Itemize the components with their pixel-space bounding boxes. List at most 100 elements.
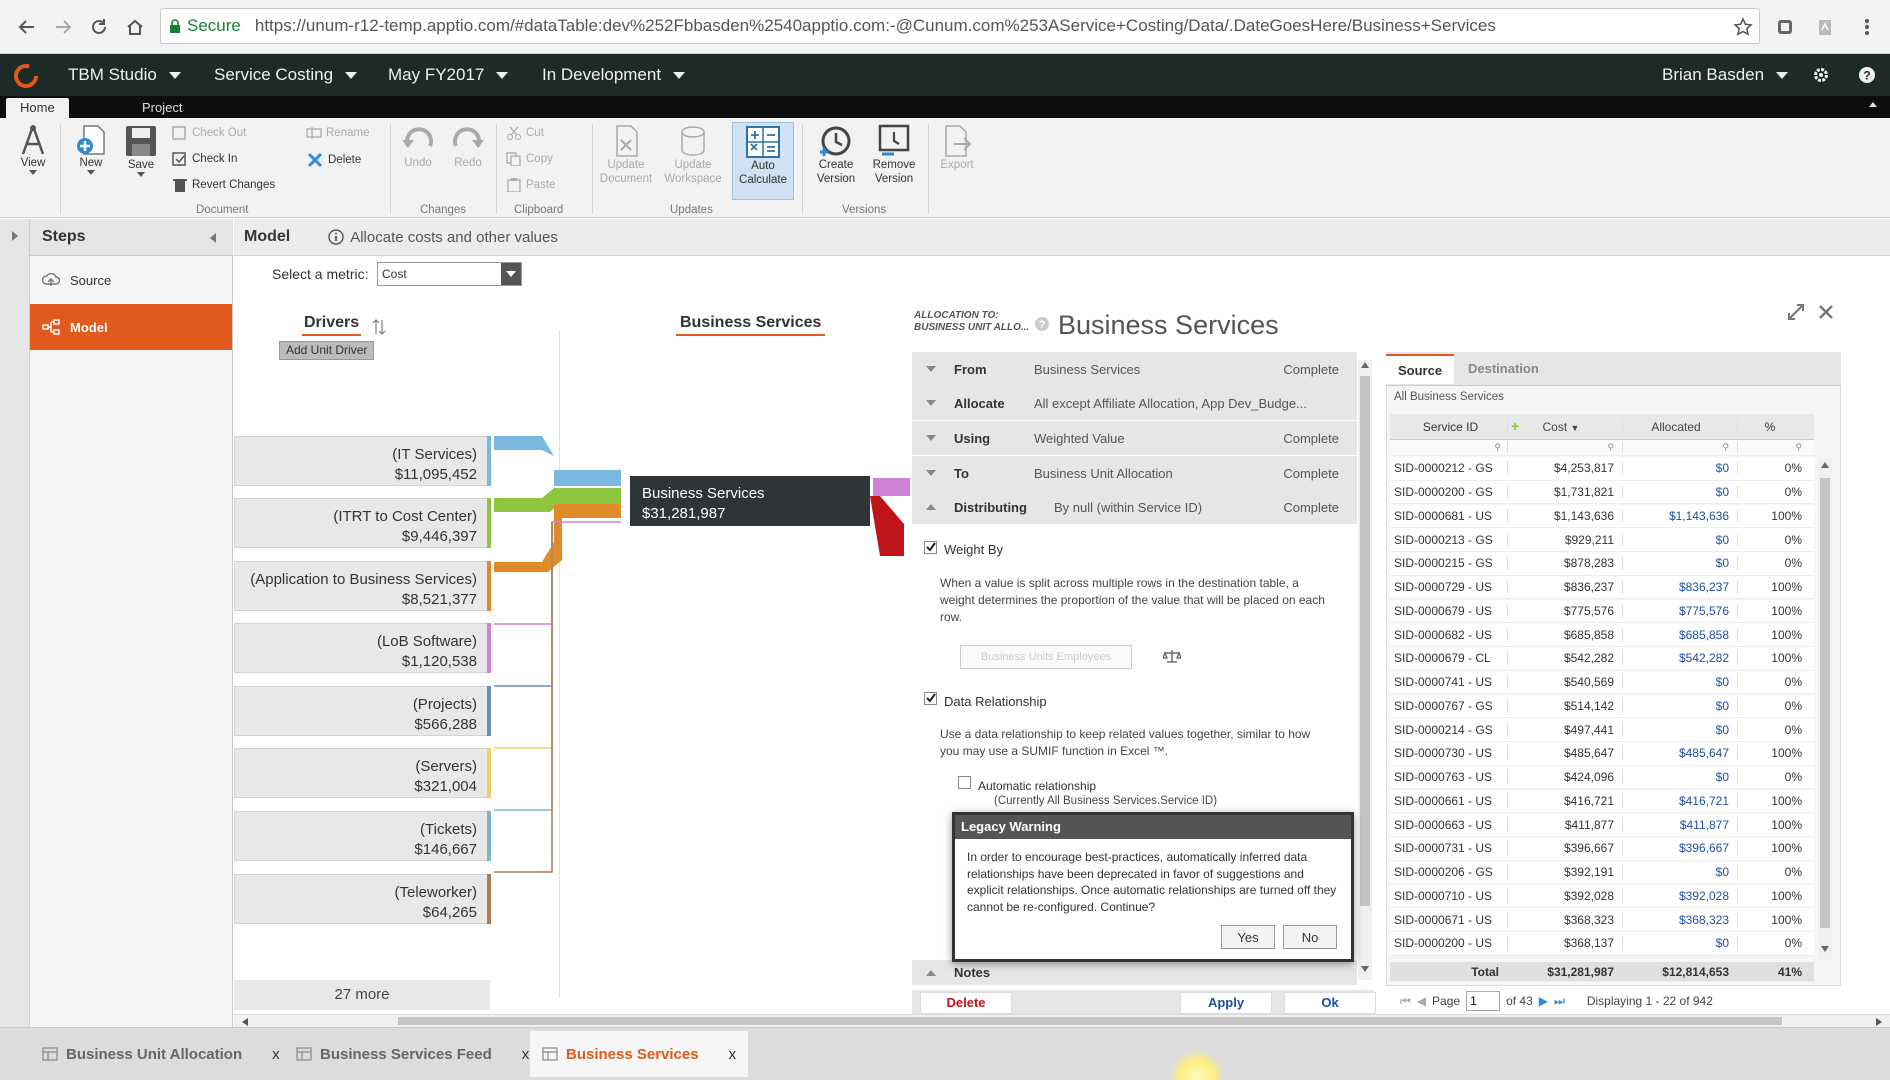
table-row[interactable]: SID-0000681 - US $1,143,636 $1,143,636 100% [1390, 504, 1814, 529]
table-row[interactable]: SID-0000212 - GS $4,253,817 $0 0% [1390, 457, 1814, 481]
allocation-row-using[interactable]: Using Weighted Value Complete [912, 421, 1357, 456]
driver-node[interactable]: (Servers) $321,004 [234, 748, 490, 798]
table-row[interactable]: SID-0000663 - US $411,877 $411,877 100% [1390, 813, 1814, 837]
table-row[interactable]: SID-0000763 - US $424,096 $0 0% [1390, 765, 1814, 790]
check-out-button[interactable]: Check Out [172, 126, 246, 140]
driver-node[interactable]: (Teleworker) $64,265 [234, 874, 490, 924]
menu-service-costing[interactable]: Service Costing [214, 54, 358, 96]
allocation-scroll-thumb[interactable] [1360, 376, 1370, 906]
expand-icon[interactable] [1786, 302, 1806, 322]
add-unit-driver-button[interactable]: Add Unit Driver [279, 341, 375, 360]
allocation-row-from[interactable]: From Business Services Complete [912, 352, 1357, 387]
extension-icon[interactable] [1770, 12, 1800, 42]
driver-node[interactable]: (LoB Software) $1,120,538 [234, 623, 490, 673]
copy-button[interactable]: Copy [506, 152, 553, 166]
forward-icon[interactable] [48, 12, 78, 42]
table-row[interactable]: SID-0000661 - US $416,721 $416,721 100% [1390, 789, 1814, 814]
document-tab[interactable]: Business Unit Allocation x [30, 1031, 292, 1077]
balance-scale-icon[interactable] [1163, 648, 1181, 664]
add-column-icon[interactable]: + [1511, 418, 1519, 434]
metric-select[interactable]: Cost [377, 262, 522, 286]
check-in-button[interactable]: Check In [172, 152, 237, 166]
apptio-logo-icon[interactable] [12, 62, 40, 90]
table-row[interactable]: SID-0000729 - US $836,237 $836,237 100% [1390, 575, 1814, 600]
left-collapse-strip[interactable] [0, 219, 30, 1027]
table-row[interactable]: SID-0000200 - US $368,137 $0 0% [1390, 932, 1814, 956]
bookmark-star-icon[interactable] [1728, 12, 1758, 42]
table-row[interactable]: SID-0000213 - GS $929,211 $0 0% [1390, 528, 1814, 552]
page-number-input[interactable] [1466, 991, 1501, 1011]
automatic-relationship-checkbox[interactable] [958, 776, 971, 789]
tab-home[interactable]: Home [6, 98, 69, 118]
table-row[interactable]: SID-0000671 - US $368,323 $368,323 100% [1390, 908, 1814, 932]
view-button[interactable]: View [16, 124, 50, 175]
driver-node[interactable]: (Tickets) $146,667 [234, 811, 490, 861]
filter-search-icon[interactable]: ⚲ [1622, 442, 1737, 453]
notes-row[interactable]: Notes [912, 960, 1357, 986]
tab-destination[interactable]: Destination [1456, 354, 1551, 384]
driver-node[interactable]: (ITRT to Cost Center) $9,446,397 [234, 498, 490, 548]
step-source[interactable]: Source [30, 257, 232, 303]
table-row[interactable]: SID-0000679 - US $775,576 $775,576 100% [1390, 599, 1814, 624]
weight-field-input[interactable]: Business Units Employees [960, 645, 1132, 669]
filter-search-icon[interactable]: ⚲ [1507, 442, 1622, 453]
header-cost[interactable]: Cost ▼ [1507, 419, 1622, 434]
menu-project-status[interactable]: In Development [542, 54, 686, 96]
table-row[interactable]: SID-0000200 - GS $1,731,821 $0 0% [1390, 480, 1814, 505]
delete-button[interactable]: Delete [306, 152, 361, 168]
gear-icon[interactable] [1812, 66, 1830, 84]
first-page-icon[interactable]: ⏮ [1400, 994, 1411, 1009]
close-tab-icon[interactable]: x [522, 1046, 530, 1063]
data-relationship-checkbox[interactable] [924, 692, 937, 705]
new-button[interactable]: New [72, 124, 110, 175]
filter-search-icon[interactable]: ⚲ [1390, 442, 1507, 453]
allocation-scrollbar[interactable] [1358, 360, 1372, 980]
driver-node[interactable]: (Application to Business Services) $8,521… [234, 561, 490, 611]
table-row[interactable]: SID-0000682 - US $685,858 $685,858 100% [1390, 623, 1814, 647]
collapse-arrow-icon[interactable] [210, 233, 216, 243]
table-row[interactable]: SID-0000730 - US $485,647 $485,647 100% [1390, 742, 1814, 766]
filter-search-icon[interactable]: ⚲ [1737, 442, 1814, 453]
document-tab[interactable]: Business Services Feed x [284, 1031, 541, 1077]
dialog-yes-button[interactable]: Yes [1221, 925, 1275, 949]
next-page-icon[interactable]: ▶ [1539, 994, 1548, 1008]
horizontal-scrollbar[interactable] [234, 1014, 1890, 1027]
back-icon[interactable] [12, 12, 42, 42]
table-row[interactable]: SID-0000215 - GS $878,283 $0 0% [1390, 552, 1814, 576]
table-row[interactable]: SID-0000679 - CL $542,282 $542,282 100% [1390, 647, 1814, 671]
rename-button[interactable]: Rename [306, 126, 369, 140]
collapse-ribbon-icon[interactable] [1868, 100, 1878, 108]
home-icon[interactable] [120, 12, 150, 42]
sort-icon[interactable] [372, 318, 386, 336]
reload-icon[interactable] [84, 12, 114, 42]
tab-source[interactable]: Source [1386, 354, 1455, 384]
business-services-node[interactable]: Business Services $31,281,987 [630, 476, 870, 526]
last-page-icon[interactable]: ⏭ [1554, 994, 1565, 1009]
ok-button[interactable]: Ok [1284, 992, 1376, 1014]
table-row[interactable]: SID-0000731 - US $396,667 $396,667 100% [1390, 837, 1814, 861]
header-percent[interactable]: % [1737, 419, 1814, 434]
undo-button[interactable]: Undo [398, 126, 438, 170]
auto-calculate-button[interactable]: Auto Calculate [732, 122, 794, 200]
dialog-no-button[interactable]: No [1283, 925, 1337, 949]
table-row[interactable]: SID-0000767 - GS $514,142 $0 0% [1390, 694, 1814, 719]
grid-scroll-thumb[interactable] [1820, 478, 1830, 928]
allocation-row-to[interactable]: To Business Unit Allocation Complete [912, 456, 1357, 491]
create-version-button[interactable]: Create Version [808, 124, 864, 186]
delete-allocation-button[interactable]: Delete [920, 992, 1012, 1014]
close-tab-icon[interactable]: x [729, 1046, 737, 1063]
allocation-row-allocate[interactable]: Allocate All except Affiliate Allocation,… [912, 386, 1357, 421]
horizontal-scroll-thumb[interactable] [398, 1017, 1782, 1025]
address-bar[interactable]: Secure https://unum-r12-temp.apptio.com/… [160, 8, 1760, 44]
remove-version-button[interactable]: Remove Version [866, 124, 922, 186]
update-document-button[interactable]: Update Document [598, 124, 654, 186]
menu-time-period[interactable]: May FY2017 [388, 54, 509, 96]
allocation-row-distributing[interactable]: Distributing By null (within Service ID) C… [912, 490, 1357, 525]
question-icon[interactable]: ? [1034, 316, 1050, 332]
header-service-id[interactable]: Service ID [1390, 420, 1507, 434]
help-icon[interactable]: ? [1858, 66, 1876, 84]
save-button[interactable]: Save [122, 124, 160, 177]
driver-node[interactable]: (IT Services) $11,095,452 [234, 436, 490, 486]
table-row[interactable]: SID-0000710 - US $392,028 $392,028 100% [1390, 884, 1814, 909]
table-row[interactable]: SID-0000214 - GS $497,441 $0 0% [1390, 718, 1814, 742]
